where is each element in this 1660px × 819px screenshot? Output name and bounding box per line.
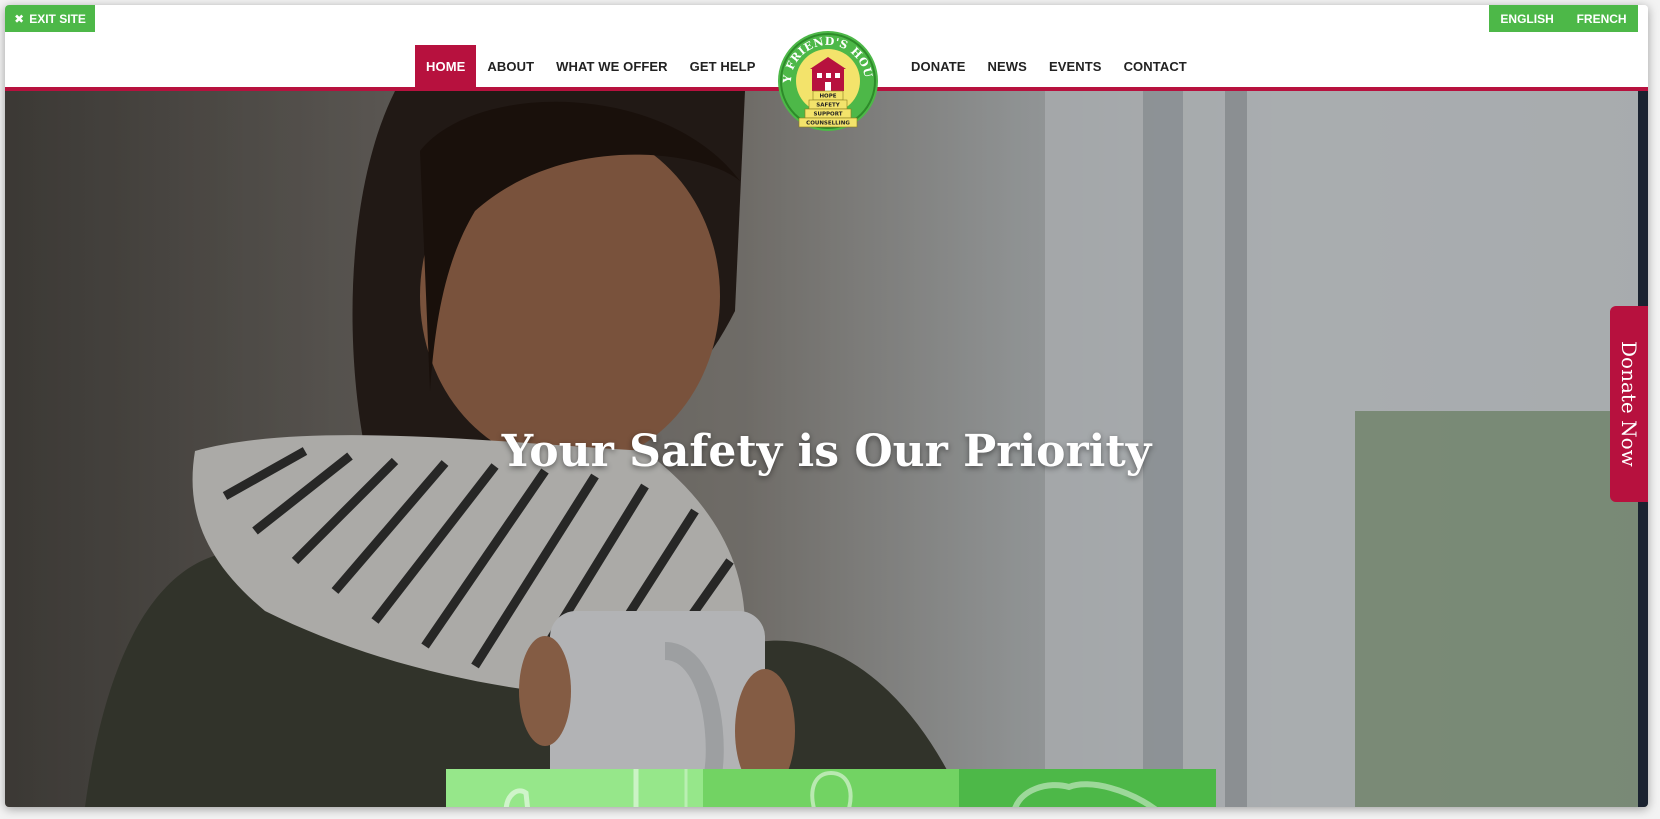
exit-site-button[interactable]: ✖ EXIT SITE <box>5 5 95 32</box>
nav-events[interactable]: EVENTS <box>1038 45 1113 87</box>
feature-strip <box>446 769 1217 807</box>
chat-icon <box>1012 781 1158 807</box>
feature-tile-1[interactable] <box>446 769 703 807</box>
language-french[interactable]: FRENCH <box>1577 12 1627 26</box>
hero-title: Your Safety is Our Priority <box>501 426 1152 477</box>
exit-site-label: EXIT SITE <box>29 11 86 26</box>
donate-now-tab[interactable]: Donate Now <box>1610 306 1648 502</box>
main-nav-right: DONATE NEWS EVENTS CONTACT <box>900 45 1198 87</box>
logo-step-hope: HOPE <box>819 94 836 100</box>
page-frame: Your Safety is Our Priority ✖ EXIT SITE … <box>5 5 1648 807</box>
nav-donate[interactable]: DONATE <box>900 45 977 87</box>
logo-step-support: SUPPORT <box>814 112 843 118</box>
logo-step-safety: SAFETY <box>816 103 840 109</box>
nav-about[interactable]: ABOUT <box>476 45 545 87</box>
site-logo[interactable]: MY FRIEND'S HOUSE HOPE SAFETY SUPPORT CO… <box>775 27 881 135</box>
nav-what-we-offer[interactable]: WHAT WE OFFER <box>545 45 679 87</box>
donate-now-label: Donate Now <box>1617 341 1641 467</box>
nav-news[interactable]: NEWS <box>977 45 1038 87</box>
language-switcher: ENGLISH FRENCH <box>1489 5 1638 32</box>
person-icon <box>809 770 853 807</box>
hero-banner: Your Safety is Our Priority <box>5 91 1648 807</box>
close-icon: ✖ <box>14 11 25 26</box>
feature-tile-2[interactable] <box>702 769 960 807</box>
nav-contact[interactable]: CONTACT <box>1113 45 1198 87</box>
main-nav-left: HOME ABOUT WHAT WE OFFER GET HELP <box>415 45 766 87</box>
nav-get-help[interactable]: GET HELP <box>679 45 767 87</box>
hand-icon <box>503 769 688 807</box>
logo-step-counselling: COUNSELLING <box>806 121 850 127</box>
nav-home[interactable]: HOME <box>415 45 477 87</box>
feature-tile-3[interactable] <box>959 769 1217 807</box>
language-english[interactable]: ENGLISH <box>1500 12 1553 26</box>
